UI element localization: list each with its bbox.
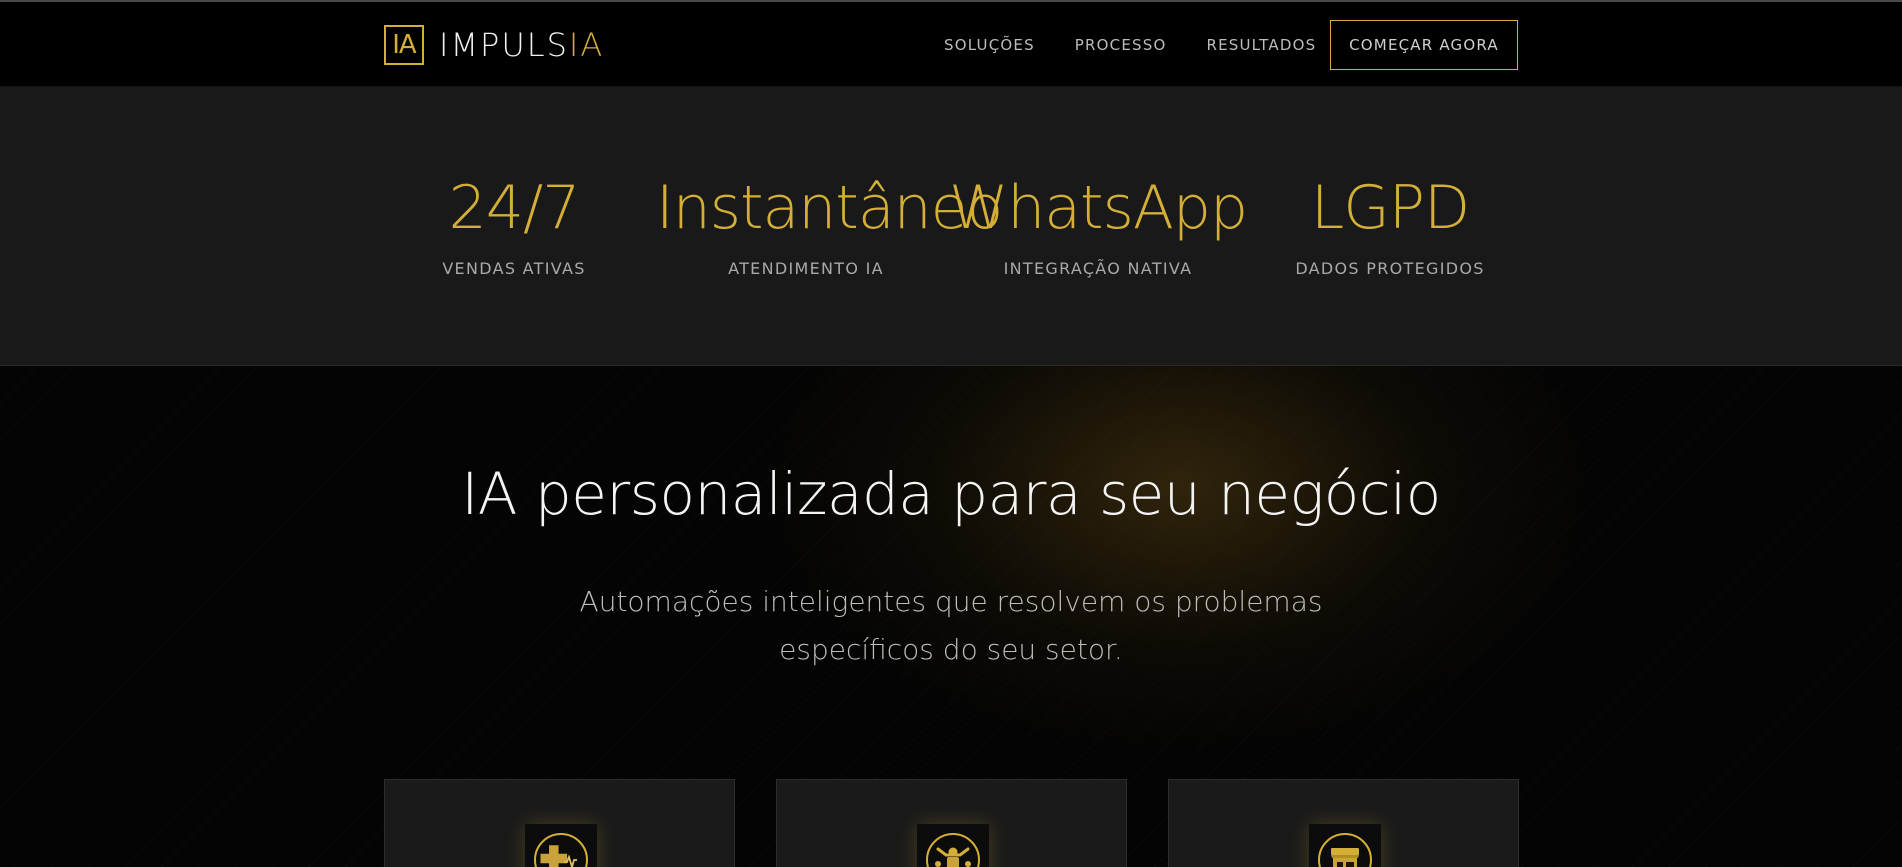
solutions-section: IA personalizada para seu negócio Automa…: [0, 366, 1902, 867]
solution-card-health[interactable]: [384, 779, 735, 867]
stat-value: 24/7: [448, 173, 581, 243]
stat-item: 24/7 VENDAS ATIVAS: [364, 171, 664, 278]
main-nav: SOLUÇÕES PROCESSO RESULTADOS: [944, 30, 1356, 60]
start-now-button[interactable]: COMEÇAR AGORA: [1330, 20, 1518, 70]
site-header: IA IMPULSIA SOLUÇÕES PROCESSO RESULTADOS…: [0, 2, 1902, 87]
nav-link-resultados[interactable]: RESULTADOS: [1206, 30, 1316, 60]
stat-value: Instantâneo: [656, 173, 1003, 243]
logo-text-main: IMPULS: [439, 26, 569, 64]
logo-text: IMPULSIA: [439, 26, 604, 64]
section-title: IA personalizada para seu negócio: [461, 460, 1441, 528]
stat-value: WhatsApp: [948, 173, 1248, 243]
stat-item: LGPD DADOS PROTEGIDOS: [1240, 171, 1540, 278]
stat-label: VENDAS ATIVAS: [442, 259, 586, 278]
stat-label: DADOS PROTEGIDOS: [1295, 259, 1485, 278]
stat-label: INTEGRAÇÃO NATIVA: [1003, 259, 1193, 278]
stat-label: ATENDIMENTO IA: [728, 259, 884, 278]
stat-value: LGPD: [1310, 173, 1470, 243]
section-subtitle: Automações inteligentes que resolvem os …: [579, 585, 1323, 666]
store-shopfront-icon: [1309, 824, 1381, 867]
fitness-weightlifter-icon: [917, 824, 989, 867]
logo[interactable]: IA IMPULSIA: [384, 24, 604, 66]
stat-item: WhatsApp INTEGRAÇÃO NATIVA: [948, 171, 1248, 278]
stat-item: Instantâneo ATENDIMENTO IA: [656, 171, 1003, 278]
solution-card-store[interactable]: [1168, 779, 1519, 867]
nav-link-processo[interactable]: PROCESSO: [1075, 30, 1167, 60]
solution-card-fitness[interactable]: [776, 779, 1127, 867]
logo-mark: IA: [384, 25, 424, 65]
stats-band: 24/7 VENDAS ATIVAS Instantâneo ATENDIMEN…: [0, 87, 1902, 366]
logo-text-accent: IA: [568, 26, 605, 64]
health-cross-heartbeat-icon: [525, 824, 597, 867]
nav-link-solucoes[interactable]: SOLUÇÕES: [944, 30, 1035, 60]
